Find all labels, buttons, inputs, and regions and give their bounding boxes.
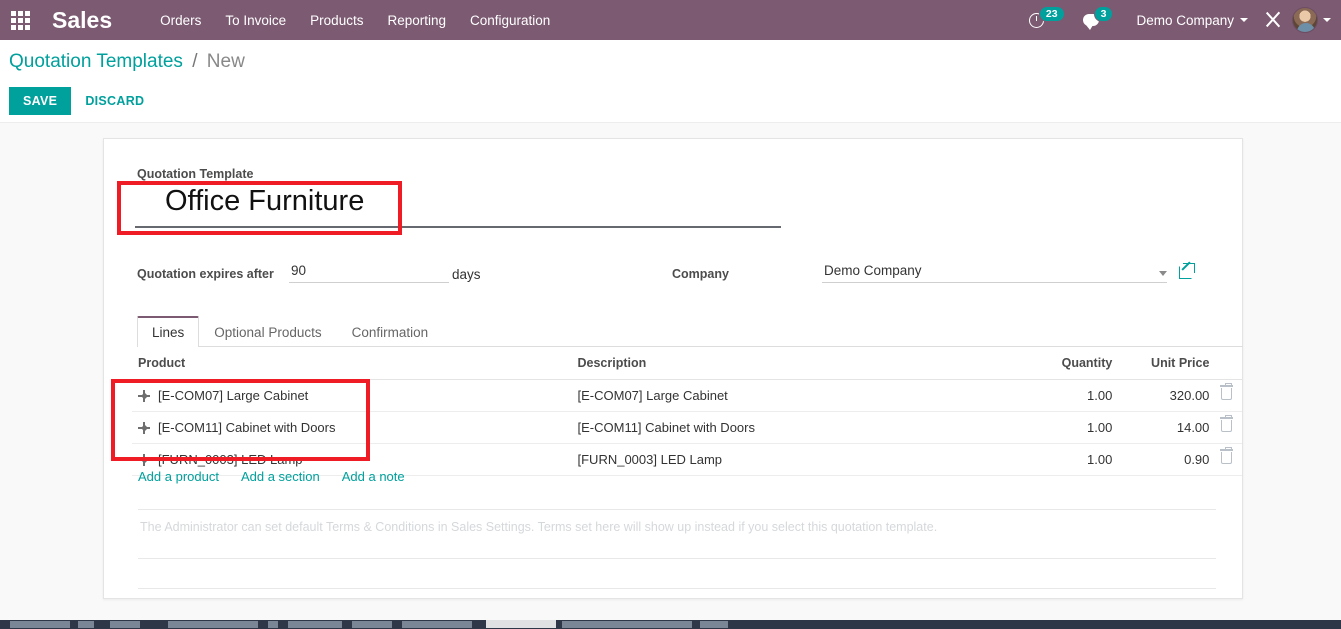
activity-menu[interactable]: 23	[1020, 0, 1074, 40]
drag-handle-icon[interactable]	[138, 390, 150, 402]
discard-button[interactable]: DISCARD	[71, 87, 158, 115]
column-header-actions	[1215, 351, 1242, 380]
external-link-icon[interactable]	[1179, 263, 1195, 279]
menu-item-orders[interactable]: Orders	[148, 2, 213, 39]
terms-and-conditions-placeholder[interactable]: The Administrator can set default Terms …	[138, 509, 1216, 559]
odoo-sales-quotation-template-page: Sales Orders To Invoice Products Reporti…	[0, 0, 1341, 629]
quotation-expires-label: Quotation expires after	[137, 267, 274, 281]
cell-quantity[interactable]: 1.00	[1021, 411, 1119, 444]
message-count-badge: 3	[1093, 6, 1114, 22]
quotation-expires-suffix: days	[452, 267, 481, 282]
chevron-down-icon[interactable]	[1159, 271, 1167, 276]
cell-delete[interactable]	[1215, 411, 1242, 444]
cell-description[interactable]: [E-COM11] Cabinet with Doors	[571, 411, 1022, 444]
terms-bottom-divider	[138, 563, 1216, 589]
quotation-template-label: Quotation Template	[137, 167, 254, 181]
record-actions: SAVE DISCARD	[9, 87, 158, 115]
column-header-description[interactable]: Description	[571, 351, 1022, 380]
cell-product[interactable]: [E-COM07] Large Cabinet	[132, 379, 572, 412]
trash-icon[interactable]	[1220, 383, 1234, 400]
drag-handle-icon[interactable]	[138, 454, 150, 466]
add-a-section-link[interactable]: Add a section	[241, 469, 320, 484]
apps-grid-icon[interactable]	[0, 0, 40, 40]
menu-item-products[interactable]: Products	[298, 2, 375, 39]
breadcrumb-separator: /	[192, 51, 198, 72]
breadcrumb: Quotation Templates / New	[9, 51, 245, 73]
quotation-expires-input[interactable]	[289, 261, 449, 283]
cell-product-label: [E-COM11] Cabinet with Doors	[158, 420, 336, 435]
order-lines-table: Product Description Quantity Unit Price …	[132, 351, 1242, 476]
save-button[interactable]: SAVE	[9, 87, 72, 115]
cell-delete[interactable]	[1215, 379, 1242, 412]
tab-optional-products[interactable]: Optional Products	[199, 317, 336, 347]
tab-lines[interactable]: Lines	[137, 316, 200, 347]
add-a-note-link[interactable]: Add a note	[342, 469, 405, 484]
menu-item-reporting[interactable]: Reporting	[375, 2, 458, 39]
table-row[interactable]: [E-COM07] Large Cabinet [E-COM07] Large …	[132, 379, 1242, 412]
cell-quantity[interactable]: 1.00	[1021, 443, 1119, 476]
menu-item-to-invoice[interactable]: To Invoice	[213, 2, 298, 39]
cell-description[interactable]: [FURN_0003] LED Lamp	[571, 443, 1022, 476]
drag-handle-icon[interactable]	[138, 422, 150, 434]
menu-item-configuration[interactable]: Configuration	[458, 2, 562, 39]
table-row[interactable]: [E-COM11] Cabinet with Doors [E-COM11] C…	[132, 411, 1242, 444]
navbar-systray: 23 3 Demo Company	[1020, 0, 1341, 40]
table-header-row: Product Description Quantity Unit Price	[132, 351, 1242, 380]
messaging-menu[interactable]: 3	[1074, 0, 1123, 40]
cell-unit-price[interactable]: 0.90	[1118, 443, 1216, 476]
main-menu: Orders To Invoice Products Reporting Con…	[148, 2, 562, 39]
cell-unit-price[interactable]: 14.00	[1118, 411, 1216, 444]
avatar	[1292, 7, 1318, 33]
app-brand-sales[interactable]: Sales	[52, 7, 112, 34]
activity-count-badge: 23	[1038, 6, 1065, 22]
chevron-down-icon	[1240, 18, 1248, 22]
company-switcher-label: Demo Company	[1136, 12, 1234, 28]
os-taskbar-strip	[0, 620, 1341, 629]
cell-product-label: [FURN_0003] LED Lamp	[158, 452, 303, 467]
top-navbar: Sales Orders To Invoice Products Reporti…	[0, 0, 1341, 40]
tab-confirmation[interactable]: Confirmation	[337, 317, 444, 347]
cell-delete[interactable]	[1215, 443, 1242, 476]
chevron-down-icon	[1323, 18, 1331, 22]
cell-unit-price[interactable]: 320.00	[1118, 379, 1216, 412]
notebook-tabs: Lines Optional Products Confirmation	[137, 316, 1243, 347]
form-field-row: Quotation expires after days Company	[104, 261, 1242, 291]
column-header-product[interactable]: Product	[132, 351, 572, 380]
column-header-quantity[interactable]: Quantity	[1021, 351, 1119, 380]
trash-icon[interactable]	[1220, 415, 1234, 432]
add-a-product-link[interactable]: Add a product	[138, 469, 219, 484]
company-switcher[interactable]: Demo Company	[1122, 13, 1254, 28]
control-panel: Quotation Templates / New SAVE DISCARD	[0, 40, 1341, 123]
breadcrumb-quotation-templates[interactable]: Quotation Templates	[9, 51, 183, 72]
company-label: Company	[672, 267, 729, 281]
trash-icon[interactable]	[1220, 447, 1234, 464]
form-sheet: Quotation Template Quotation expires aft…	[103, 138, 1243, 599]
cell-quantity[interactable]: 1.00	[1021, 379, 1119, 412]
tools-wrench-icon[interactable]	[1264, 11, 1282, 29]
cell-description[interactable]: [E-COM07] Large Cabinet	[571, 379, 1022, 412]
breadcrumb-current: New	[206, 51, 245, 72]
company-input[interactable]	[822, 261, 1167, 283]
cell-product-label: [E-COM07] Large Cabinet	[158, 388, 309, 403]
cell-product[interactable]: [E-COM11] Cabinet with Doors	[132, 411, 572, 444]
add-line-links: Add a product Add a section Add a note	[138, 469, 405, 484]
user-menu[interactable]	[1292, 7, 1335, 33]
column-header-unit-price[interactable]: Unit Price	[1118, 351, 1216, 380]
quotation-template-name-input[interactable]	[135, 181, 781, 228]
